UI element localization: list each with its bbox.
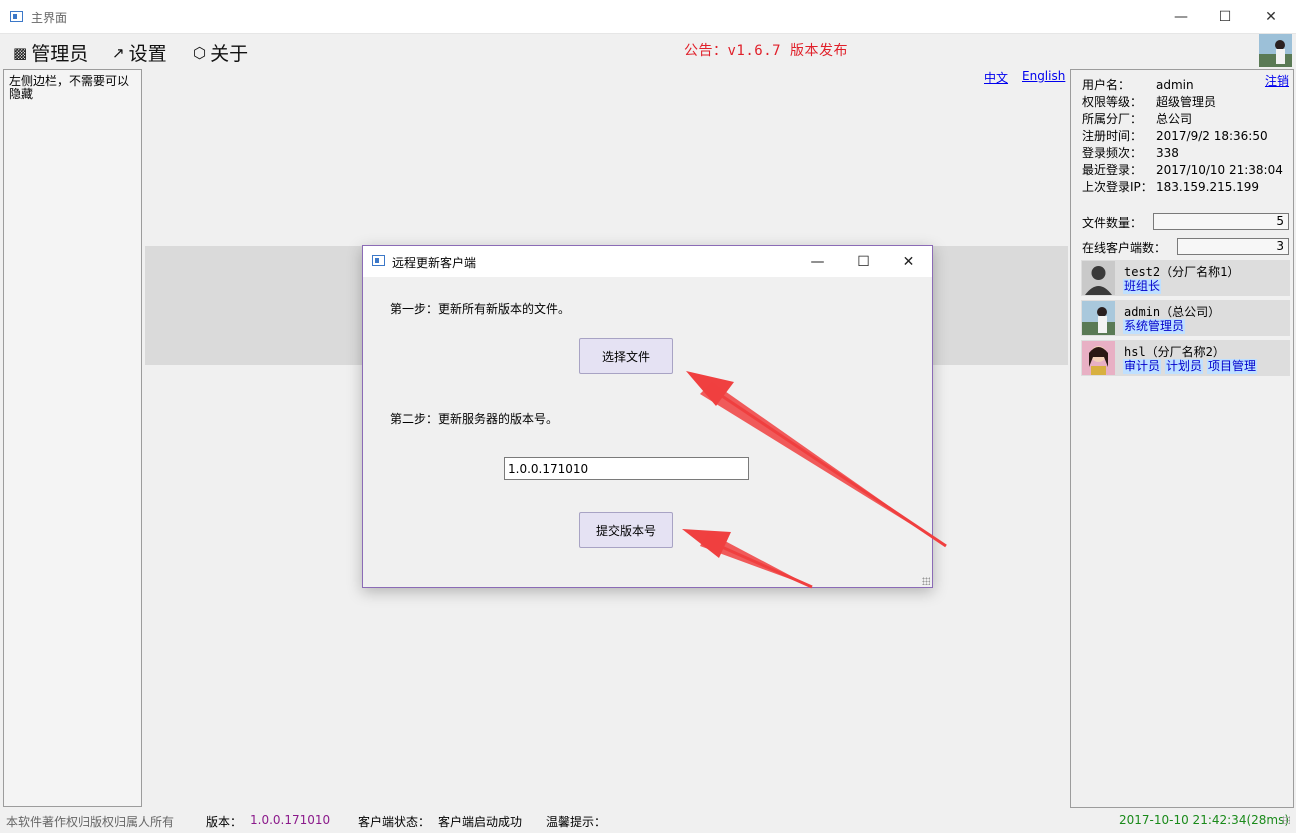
submit-version-button[interactable]: 提交版本号 xyxy=(579,512,673,548)
info-permission: 权限等级： 超级管理员 xyxy=(1082,95,1217,109)
info-login-count: 登录频次： 338 xyxy=(1082,146,1179,160)
version-value: 1.0.0.171010 xyxy=(250,813,331,827)
client-name: test2（分厂名称1） xyxy=(1124,265,1240,279)
app-icon xyxy=(10,11,23,22)
client-role: 系统管理员 xyxy=(1123,319,1186,334)
announcement-text: 公告：v1.6.7 版本发布 xyxy=(684,43,849,59)
minimize-button[interactable]: — xyxy=(1158,0,1204,34)
client-state-label: 客户端状态： xyxy=(358,815,431,829)
menu-settings[interactable]: ↗ 设置 xyxy=(112,39,167,66)
dialog-title: 远程更新客户端 xyxy=(392,256,477,270)
status-bar: 本软件著作权归版权归属人所有 版本： 1.0.0.171010 客户端状态： 客… xyxy=(0,808,1296,833)
select-file-button[interactable]: 选择文件 xyxy=(579,338,673,374)
lang-chinese-link[interactable]: 中文 xyxy=(984,69,1008,86)
client-item[interactable]: test2（分厂名称1） 班组长 xyxy=(1081,260,1290,296)
step1-text: 第一步：更新所有新版本的文件。 xyxy=(390,302,571,316)
client-item[interactable]: hsl（分厂名称2） 审计员 计划员 项目管理 xyxy=(1081,340,1290,376)
menu-admin[interactable]: ▩ 管理员 xyxy=(13,39,88,66)
step2-text: 第二步：更新服务器的版本号。 xyxy=(390,412,559,426)
online-count-label: 在线客户端数： xyxy=(1082,241,1167,255)
maximize-button[interactable]: ☐ xyxy=(1202,0,1248,34)
online-count-field: 3 xyxy=(1177,238,1289,255)
resize-grip[interactable] xyxy=(1282,816,1290,824)
sidebar-hint-text: 左侧边栏，不需要可以隐藏 xyxy=(9,74,130,101)
info-last-ip: 上次登录IP： 183.159.215.199 xyxy=(1082,180,1260,194)
users-icon: ▩ xyxy=(13,43,28,62)
logout-link[interactable]: 注销 xyxy=(1265,72,1289,89)
lang-english-link[interactable]: English xyxy=(1022,69,1065,83)
version-input[interactable] xyxy=(504,457,749,480)
file-count-field: 5 xyxy=(1153,213,1289,230)
menu-admin-label: 管理员 xyxy=(31,43,89,65)
client-avatar xyxy=(1082,301,1115,335)
client-avatar xyxy=(1082,261,1115,295)
client-item[interactable]: admin（总公司） 系统管理员 xyxy=(1081,300,1290,336)
version-label: 版本： xyxy=(206,815,243,829)
menu-about[interactable]: ⬡ 关于 xyxy=(193,39,248,66)
dialog-resize-grip[interactable] xyxy=(922,577,930,585)
menu-about-label: 关于 xyxy=(210,43,249,65)
client-role: 审计员 xyxy=(1123,359,1162,374)
dialog-close-button[interactable]: ✕ xyxy=(886,246,931,277)
client-role: 项目管理 xyxy=(1207,359,1258,374)
status-time: 2017-10-10 21:42:34(28ms) xyxy=(1119,813,1290,827)
tip-label: 温馨提示： xyxy=(546,815,607,829)
dialog-maximize-button[interactable]: ☐ xyxy=(841,246,886,277)
client-state-value: 客户端启动成功 xyxy=(438,815,523,829)
info-register-time: 注册时间： 2017/9/2 18:36:50 xyxy=(1082,129,1268,143)
client-role: 班组长 xyxy=(1123,279,1162,294)
close-button[interactable]: ✕ xyxy=(1248,0,1294,34)
info-factory: 所属分厂： 总公司 xyxy=(1082,112,1193,126)
dialog-app-icon xyxy=(372,255,385,266)
user-info-panel: 注销 用户名： admin 权限等级： 超级管理员 所属分厂： 总公司 注册时间： 20… xyxy=(1070,69,1294,808)
client-role: 计划员 xyxy=(1165,359,1204,374)
menubar: ▩ 管理员 ↗ 设置 ⬡ 关于 xyxy=(0,34,1296,68)
client-name: hsl（分厂名称2） xyxy=(1124,345,1225,359)
arrow-up-right-icon: ↗ xyxy=(112,43,125,62)
remote-update-dialog: 远程更新客户端 — ☐ ✕ 第一步：更新所有新版本的文件。 选择文件 第二步：更… xyxy=(362,245,933,588)
copyright-text: 本软件著作权归版权归属人所有 xyxy=(6,815,175,829)
client-name: admin（总公司） xyxy=(1124,305,1221,319)
cube-icon: ⬡ xyxy=(193,43,207,62)
dialog-titlebar: 远程更新客户端 — ☐ ✕ xyxy=(363,246,932,277)
dialog-minimize-button[interactable]: — xyxy=(795,246,840,277)
main-titlebar: 主界面 — ☐ ✕ xyxy=(0,0,1296,34)
file-count-label: 文件数量： xyxy=(1082,216,1143,230)
window-title: 主界面 xyxy=(31,11,68,25)
user-avatar[interactable] xyxy=(1259,34,1292,67)
left-sidebar: 左侧边栏，不需要可以隐藏 xyxy=(3,69,142,807)
info-username: 用户名： admin xyxy=(1082,78,1194,92)
info-last-login: 最近登录： 2017/10/10 21:38:04 xyxy=(1082,163,1283,177)
menu-settings-label: 设置 xyxy=(128,43,167,65)
client-avatar xyxy=(1082,341,1115,375)
